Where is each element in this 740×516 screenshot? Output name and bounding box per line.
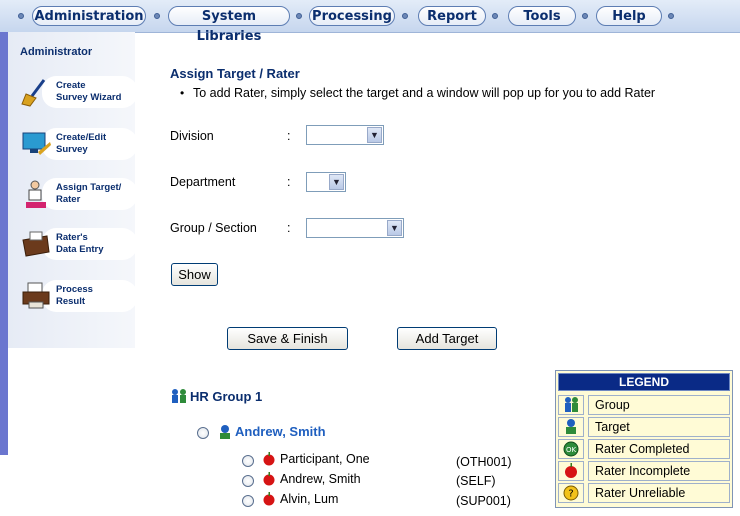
legend-label: Rater Completed (588, 439, 730, 459)
apple-icon (263, 492, 275, 506)
rater-code: (OTH001) (456, 455, 512, 469)
rater-radio[interactable] (242, 495, 254, 507)
department-colon: : (287, 175, 291, 189)
left-accent-bar (0, 32, 8, 455)
apple-icon (263, 472, 275, 486)
group-label: HR Group 1 (190, 389, 263, 404)
group-icon (172, 389, 186, 403)
group-icon (558, 395, 584, 415)
chevron-down-icon: ▼ (367, 127, 382, 143)
nav-bullet-icon (492, 13, 498, 19)
sidebar-item-raters-data-entry[interactable]: Rater's Data Entry (18, 224, 138, 264)
question-icon: ? (558, 483, 584, 503)
legend-label: Target (588, 417, 730, 437)
sidebar-item-create-survey-wizard[interactable]: Create Survey Wizard (18, 72, 138, 112)
page-title: Assign Target / Rater (170, 66, 300, 81)
nav-bullet-icon (296, 13, 302, 19)
department-select[interactable]: ▼ (306, 172, 346, 192)
chevron-down-icon: ▼ (329, 174, 344, 190)
legend-panel: LEGEND Group Target OK Rater Completed R… (555, 370, 733, 508)
sidebar-item-assign-target-rater[interactable]: Assign Target/ Rater (18, 174, 138, 214)
target-person-icon (558, 417, 584, 437)
sidebar-item-label: Create/Edit Survey (56, 132, 107, 155)
legend-row: OK Rater Completed (558, 439, 730, 459)
chevron-down-icon: ▼ (387, 220, 402, 236)
sidebar-item-create-edit-survey[interactable]: Create/Edit Survey (18, 124, 138, 164)
sidebar: Administrator Create Survey Wizard Creat… (8, 32, 138, 348)
printer-process-icon (22, 282, 50, 309)
nav-processing[interactable]: Processing (309, 6, 395, 26)
nav-help[interactable]: Help (596, 6, 662, 26)
legend-label: Rater Incomplete (588, 461, 730, 481)
target-radio[interactable] (197, 427, 209, 439)
svg-text:?: ? (568, 489, 573, 500)
apple-icon (558, 461, 584, 481)
broom-wizard-icon (21, 79, 46, 107)
division-select[interactable]: ▼ (306, 125, 384, 145)
nav-system-libraries[interactable]: System Libraries (168, 6, 290, 44)
nav-administration[interactable]: Administration (32, 6, 146, 26)
group-section-label: Group / Section (170, 221, 257, 235)
instruction-note: To add Rater, simply select the target a… (193, 86, 656, 100)
show-button[interactable]: Show (171, 263, 218, 286)
nav-report[interactable]: Report (418, 6, 486, 26)
rater-name: Alvin, Lum (280, 492, 339, 506)
svg-text:OK: OK (566, 446, 577, 454)
bullet-icon: • (180, 86, 185, 100)
rater-code: (SUP001) (456, 494, 511, 508)
monitor-edit-icon (22, 132, 51, 155)
sidebar-item-label: Assign Target/ Rater (56, 182, 122, 205)
sidebar-title: Administrator (20, 46, 93, 58)
sidebar-item-label: Create Survey Wizard (56, 80, 122, 103)
sidebar-item-label: Rater's Data Entry (56, 232, 104, 255)
legend-title: LEGEND (558, 373, 730, 391)
sidebar-item-process-result[interactable]: Process Result (18, 276, 138, 316)
legend-row: ? Rater Unreliable (558, 483, 730, 503)
nav-tools[interactable]: Tools (508, 6, 576, 26)
top-navigation: Administration System Libraries Processi… (0, 0, 740, 44)
nav-bullet-icon (154, 13, 160, 19)
target-person-icon (220, 425, 230, 439)
nav-bullet-icon (582, 13, 588, 19)
department-label: Department (170, 175, 236, 189)
rater-name: Participant, One (280, 452, 370, 466)
legend-row: Group (558, 395, 730, 415)
division-colon: : (287, 129, 291, 143)
ok-icon: OK (558, 439, 584, 459)
rater-code: (SELF) (456, 474, 496, 488)
nav-bullet-icon (402, 13, 408, 19)
nav-bullet-icon (18, 13, 24, 19)
group-section-select[interactable]: ▼ (306, 218, 404, 238)
save-finish-button[interactable]: Save & Finish (227, 327, 348, 350)
target-link[interactable]: Andrew, Smith (235, 424, 326, 439)
rater-radio[interactable] (242, 455, 254, 467)
legend-row: Target (558, 417, 730, 437)
apple-icon (263, 452, 275, 466)
sidebar-item-label: Process Result (56, 284, 93, 307)
rater-name: Andrew, Smith (280, 472, 361, 486)
division-label: Division (170, 129, 214, 143)
rater-radio[interactable] (242, 475, 254, 487)
assign-person-icon (26, 180, 46, 208)
legend-row: Rater Incomplete (558, 461, 730, 481)
data-entry-icon (22, 231, 50, 257)
nav-bullet-icon (668, 13, 674, 19)
legend-label: Group (588, 395, 730, 415)
legend-label: Rater Unreliable (588, 483, 730, 503)
group-section-colon: : (287, 221, 291, 235)
add-target-button[interactable]: Add Target (397, 327, 497, 350)
